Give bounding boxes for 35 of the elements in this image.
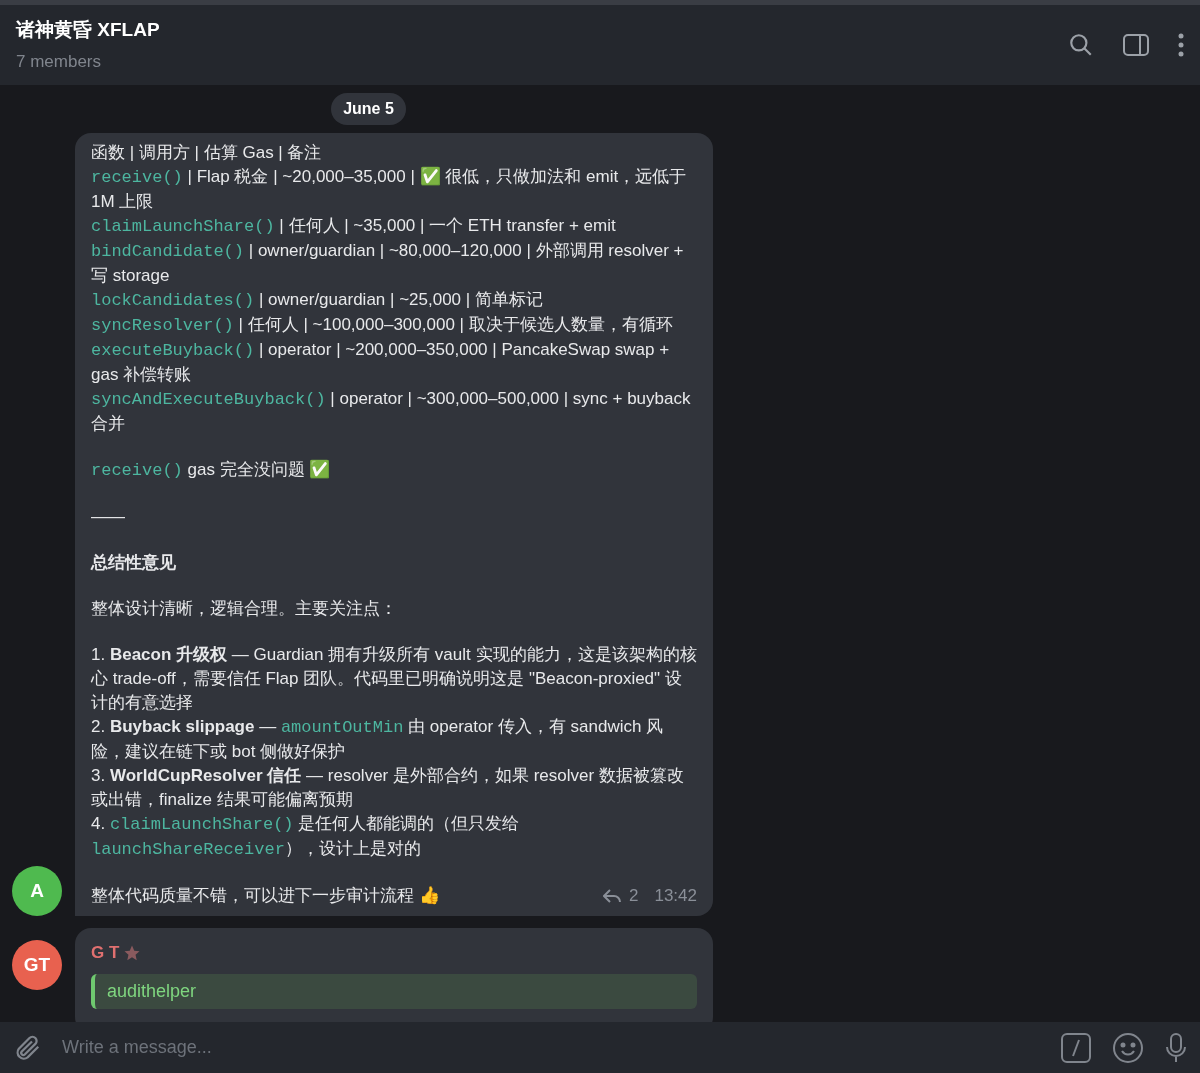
- message-line: receive() gas 完全没问题 ✅: [91, 458, 332, 482]
- message-line: lockCandidates() | owner/guardian | ~25,000 | 简单标记: [91, 289, 544, 312]
- member-count: 7 members: [16, 50, 103, 73]
- message-line: 3. WorldCupResolver 信任 — resolver 是外部合约，如果 resolver 数据被篡改或出错，finalize 结果可能偏离预期: [91, 765, 685, 811]
- search-icon[interactable]: [1068, 32, 1094, 58]
- sender-name[interactable]: G T: [91, 940, 120, 966]
- message-composer[interactable]: Write a message...: [0, 1022, 1200, 1073]
- message-line: receive() | Flap 税金 | ~20,000–35,000 | ✅ 很低，只做加法和 emit，远低于 1M 上限: [91, 165, 688, 213]
- message-line: 总结性意见: [91, 552, 177, 574]
- message-line: 1. Beacon 升级权 — Guardian 拥有升级所有 vault 实现的能力，这是该架构的核心 trade-off，需要信任 Flap 团队。代码里已明确说明这是 "Beacon-proxied" 设计的有意选择: [91, 644, 697, 714]
- message-line: 2. Buyback slippage — amountOutMin 由 operator 传入，有 sandwich 风险，建议在链下或 bot 侧做好保护: [91, 716, 665, 763]
- message-line: 函数 | 调用方 | 估算 Gas | 备注: [91, 142, 323, 164]
- chat-title: 诸神黄昏 XFLAP: [16, 18, 161, 42]
- menu-icon[interactable]: [1178, 32, 1184, 58]
- message-line: 整体代码质量不错，可以进下一步审计流程 👍: [91, 885, 440, 907]
- message-line: syncResolver() | 任何人 | ~100,000–300,000 | 取决于候选人数量，有循环: [91, 314, 674, 337]
- reply-icon[interactable]: [603, 889, 621, 903]
- emoji-icon[interactable]: [1112, 1031, 1144, 1064]
- message-line: bindCandidate() | owner/guardian | ~80,000–120,000 | 外部调用 resolver + 写 storage: [91, 240, 685, 287]
- message-line: ——: [91, 506, 126, 528]
- command-icon[interactable]: [1060, 1031, 1092, 1064]
- microphone-icon[interactable]: [1164, 1031, 1188, 1064]
- message-line: executeBuyback() | operator | ~200,000–350,000 | PancakeSwap swap + gas 补偿转账: [91, 339, 671, 386]
- sidebar-toggle-icon[interactable]: [1122, 32, 1150, 58]
- message-input[interactable]: Write a message...: [62, 1034, 1040, 1061]
- message-line: 4. claimLaunchShare() 是任何人都能调的（但只发给 launchShareReceiver），设计上是对的: [91, 813, 521, 861]
- avatar[interactable]: A: [12, 866, 62, 916]
- date-pill: June 5: [331, 93, 406, 125]
- message-line: claimLaunchShare() | 任何人 | ~35,000 | 一个 ETH transfer + emit: [91, 215, 617, 238]
- message-time: 13:42: [654, 885, 697, 907]
- message-line: 整体设计清晰，逻辑合理。主要关注点：: [91, 598, 398, 620]
- avatar[interactable]: GT: [12, 940, 62, 990]
- reply-quote[interactable]: audithelper: [91, 973, 697, 1009]
- message-line: syncAndExecuteBuyback() | operator | ~300,000–500,000 | sync + buyback 合并: [91, 388, 692, 435]
- reply-count[interactable]: 2: [629, 884, 639, 908]
